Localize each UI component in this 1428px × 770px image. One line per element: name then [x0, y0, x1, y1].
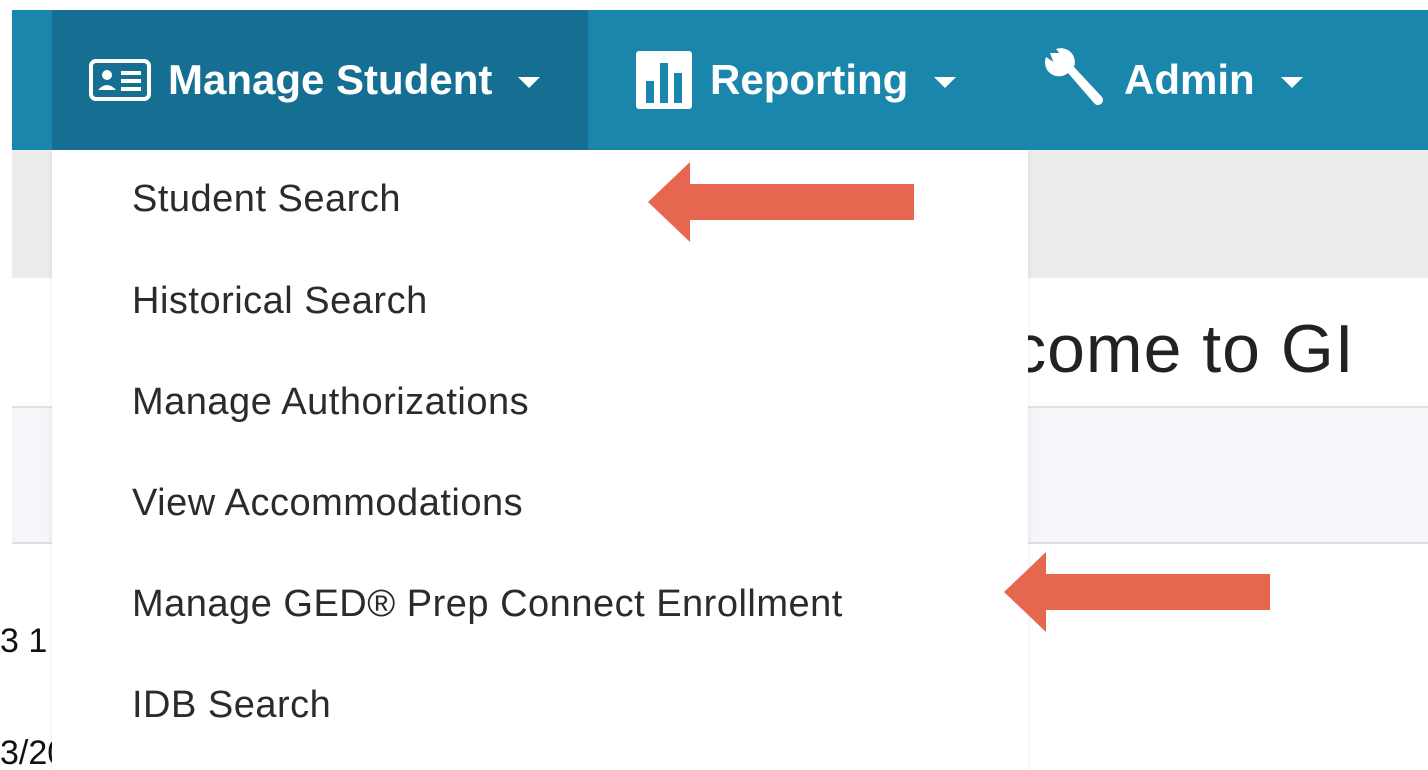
nav-reporting[interactable]: Reporting	[634, 10, 957, 150]
nav-admin[interactable]: Admin	[1042, 10, 1303, 150]
chevron-down-icon	[1280, 76, 1303, 88]
wrench-icon	[1042, 47, 1108, 113]
bar-chart-icon	[634, 49, 694, 111]
menu-item-student-search[interactable]: Student Search	[132, 178, 401, 221]
menu-item-historical-search[interactable]: Historical Search	[132, 280, 428, 323]
chevron-down-icon	[518, 76, 541, 88]
nav-label: Admin	[1124, 56, 1255, 103]
nav-label: Manage Student	[168, 56, 493, 103]
menu-item-manage-authorizations[interactable]: Manage Authorizations	[132, 381, 529, 424]
menu-item-view-accommodations[interactable]: View Accommodations	[132, 482, 523, 525]
page-title: lcome to GI	[996, 311, 1355, 387]
left-arrow-icon	[648, 162, 914, 242]
left-arrow-icon	[1004, 552, 1270, 632]
menu-item-manage-ged-prep-connect-enrollment[interactable]: Manage GED® Prep Connect Enrollment	[132, 583, 843, 626]
manage-student-dropdown: Student Search Historical Search Manage …	[52, 150, 1028, 770]
screenshot-stage: lcome to GI 3 1 3/2018 09:16:30 AM Manag…	[0, 0, 1428, 770]
menu-item-idb-search[interactable]: IDB Search	[132, 684, 331, 727]
nav-manage-student[interactable]: Manage Student	[52, 10, 588, 150]
chevron-down-icon	[934, 76, 957, 88]
top-navbar: Manage Student Reporting Admin	[12, 10, 1428, 150]
nav-label: Reporting	[710, 56, 909, 103]
id-card-icon	[88, 58, 152, 102]
background-text-fragment: 3 1	[0, 622, 48, 660]
